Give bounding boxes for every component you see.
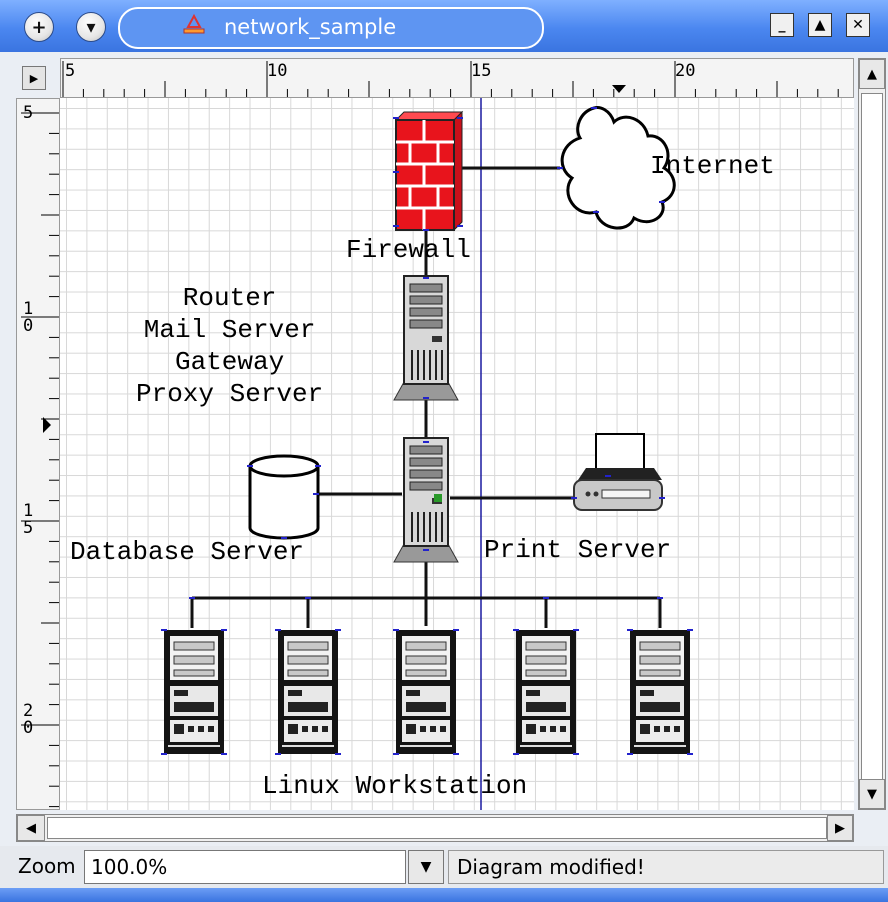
horizontal-ruler: 5 10 15 20 (60, 58, 854, 98)
ruler-label: 15 (471, 61, 492, 81)
title-bar[interactable]: + ▾ network_sample _ ▲ ✕ (0, 0, 888, 52)
dia-app-icon (183, 13, 205, 34)
horizontal-scrollbar[interactable]: ◀ ▶ (16, 814, 854, 842)
close-button[interactable]: ✕ (846, 13, 870, 37)
horizontal-ruler-ticks (62, 61, 839, 97)
database-icon[interactable] (248, 454, 320, 540)
status-bar: Zoom 100.0% ▼ Diagram modified! (0, 846, 888, 888)
maximize-button[interactable]: ▲ (808, 13, 832, 37)
maximize-icon: ▲ (814, 17, 826, 33)
diagram-svg (161, 98, 693, 810)
internet-label: Internet (650, 151, 775, 181)
ruler-label: 2 0 (23, 701, 34, 738)
diagram-canvas[interactable]: Internet Firewall Router Mail Server Gat… (60, 98, 854, 810)
firewall-icon[interactable] (394, 110, 464, 232)
workstation-icon[interactable] (395, 629, 457, 755)
arrow-up-icon: ▲ (867, 66, 877, 82)
chevron-down-icon[interactable]: ▾ (76, 12, 106, 42)
status-message: Diagram modified! (448, 850, 884, 884)
vertical-scroll-thumb[interactable] (861, 93, 883, 783)
workstation-label: Linux Workstation (262, 771, 528, 801)
ruler-label: 1 0 (23, 299, 34, 336)
scroll-up-button[interactable]: ▲ (859, 59, 885, 89)
scroll-right-button[interactable]: ▶ (827, 815, 853, 841)
scroll-down-button[interactable]: ▼ (859, 779, 885, 809)
ruler-label: 10 (267, 61, 288, 81)
zoom-input[interactable]: 100.0% (84, 850, 406, 884)
ruler-label: 5 (23, 103, 34, 123)
minimize-button[interactable]: _ (770, 13, 794, 37)
title-pill: network_sample (118, 7, 544, 49)
close-icon: ✕ (852, 17, 864, 33)
ruler-label: 5 (65, 61, 76, 81)
chevron-down-icon: ▼ (420, 859, 432, 875)
zoom-label: Zoom (18, 854, 76, 878)
router-server-icon[interactable] (393, 275, 459, 401)
arrow-right-icon: ▶ (835, 820, 845, 836)
arrow-left-icon: ◀ (26, 820, 36, 836)
ruler-label: 1 5 (23, 501, 34, 538)
workstation-icon[interactable] (277, 629, 339, 755)
database-label: Database Server (70, 537, 305, 567)
horizontal-scroll-thumb[interactable] (47, 817, 827, 839)
workstation-icon[interactable] (629, 629, 691, 755)
workstation-icon[interactable] (515, 629, 577, 755)
vertical-ruler: 5 1 0 1 5 2 0 (16, 98, 60, 810)
arrow-down-icon: ▼ (867, 786, 877, 802)
zoom-dropdown-button[interactable]: ▼ (408, 850, 444, 884)
triangle-right-icon: ▶ (29, 71, 39, 85)
ruler-corner-button[interactable]: ▶ (22, 66, 46, 90)
window-title: network_sample (224, 15, 397, 39)
scroll-left-button[interactable]: ◀ (17, 815, 45, 841)
printer-icon[interactable] (573, 433, 663, 511)
minimize-icon: _ (778, 17, 786, 33)
vertical-scrollbar[interactable]: ▲ ▼ (858, 58, 886, 810)
workstation-icon[interactable] (163, 629, 225, 755)
window-bottom-border (0, 888, 888, 902)
firewall-label: Firewall (346, 235, 471, 265)
hub-server-icon[interactable] (393, 437, 459, 563)
print-server-label: Print Server (484, 535, 672, 565)
plus-icon[interactable]: + (24, 12, 54, 42)
router-label: Router Mail Server Gateway Proxy Server (136, 283, 324, 409)
diagram-window: + ▾ network_sample _ ▲ ✕ ▶ 5 10 15 20 5 (0, 0, 888, 902)
ruler-label: 20 (675, 61, 696, 81)
